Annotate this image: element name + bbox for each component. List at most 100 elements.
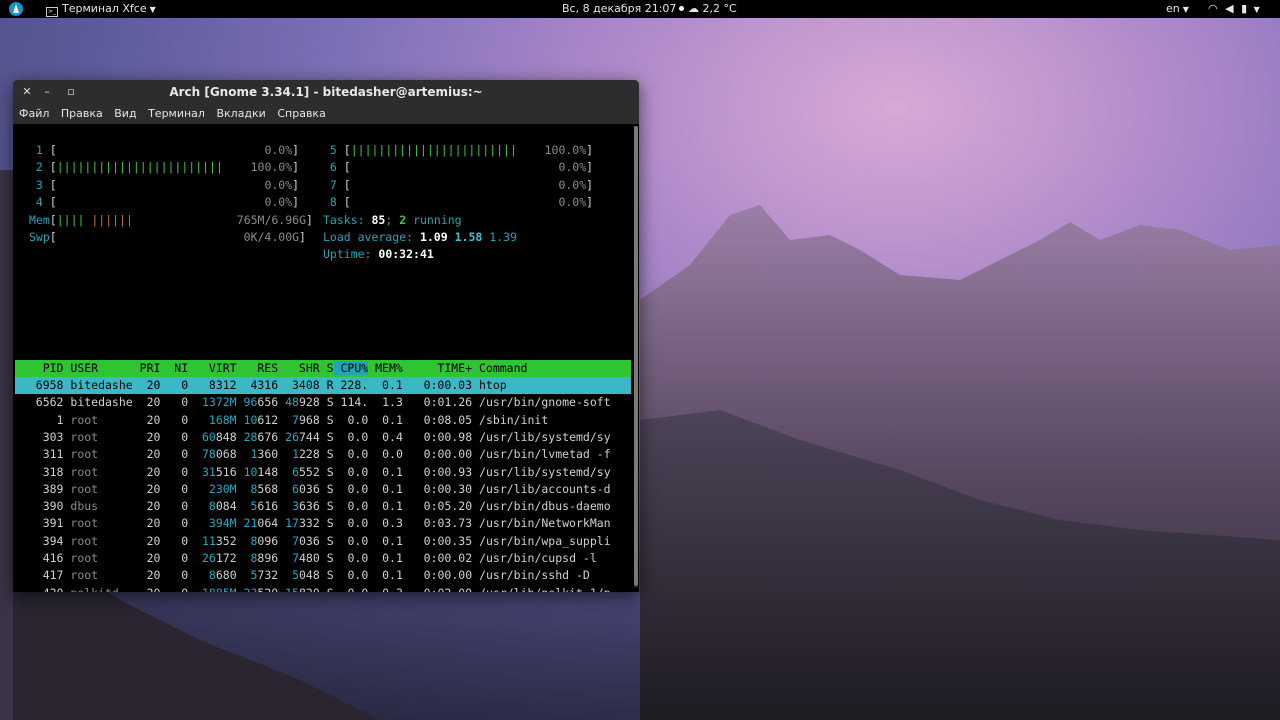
arch-menu-button[interactable] (9, 0, 23, 18)
cell-s: S (319, 533, 334, 548)
column-header-virt[interactable]: VIRT (188, 361, 237, 375)
table-row[interactable]: 303 root 20 0 60848 28676 26744 S 0.0 0.… (15, 429, 631, 446)
cpu-percent: 0.0% (264, 143, 293, 157)
cell-mem: 0.1 (368, 481, 403, 496)
cell-cpu: 0.0 (333, 516, 369, 531)
column-header-ni[interactable]: NI (160, 361, 188, 375)
cell-thousands: 5 (250, 568, 258, 583)
table-row[interactable]: 311 root 20 0 78068 1360 1228 S 0.0 0.0 … (15, 446, 631, 463)
table-row[interactable]: 416 root 20 0 26172 8896 7480 S 0.0 0.1 … (15, 550, 631, 567)
cell-mem: 0.1 (368, 412, 403, 427)
keyboard-layout[interactable]: en ▼ (1166, 0, 1189, 18)
system-tray[interactable]: ◠ ◀ ▮ ▼ (1208, 0, 1260, 18)
cell-mem: 0.1 (368, 568, 403, 583)
cell-ni: 0 (160, 447, 189, 462)
cell-s: S (319, 412, 334, 427)
terminal-area[interactable]: Mem[|||| |||||| 765M/6.96G] Swp[ 0K/4.00… (15, 124, 633, 592)
cell-ni: 0 (160, 464, 189, 479)
cell-thousands: 7 (292, 412, 299, 427)
cell-mem: 0.4 (368, 429, 403, 444)
cell-shr: 1228 (292, 447, 320, 462)
terminal-scrollbar[interactable] (634, 126, 638, 588)
uptime-line: Uptime: 00:32:41 (323, 246, 434, 263)
active-app-menu[interactable]: >_ Терминал Xfce ▼ (46, 0, 156, 18)
active-app-name: Терминал Xfce (62, 2, 147, 15)
table-row[interactable]: 1 root 20 0 168M 10612 7968 S 0.0 0.1 0:… (15, 412, 631, 429)
cell-shr: 3636 (292, 499, 320, 514)
cell-virt: 26172 (201, 551, 237, 565)
cell-pri: 20 (133, 586, 161, 592)
column-header-command[interactable]: Command (472, 361, 610, 375)
table-row[interactable]: 394 root 20 0 11352 8096 7036 S 0.0 0.1 … (15, 533, 631, 550)
cell-res: 10612 (243, 412, 279, 427)
swap-label: Swp (29, 230, 50, 244)
cell-res: 10148 (243, 464, 279, 479)
cell-cmd: htop (472, 378, 611, 392)
cell-thousands: 8 (250, 533, 258, 548)
weather-temperature: 2,2 °C (702, 2, 737, 15)
column-header-cpu[interactable]: CPU% (333, 361, 369, 375)
close-icon[interactable]: ✕ (20, 80, 34, 104)
maximize-icon[interactable]: ▫ (64, 80, 78, 104)
cell-s: S (320, 586, 334, 592)
menu-edit[interactable]: Правка (61, 107, 103, 120)
cell-thousands: 6 (292, 481, 299, 496)
cell-shr: 48928 (285, 395, 320, 410)
menu-tabs[interactable]: Вкладки (216, 107, 265, 120)
mem-label: Mem (29, 213, 50, 227)
column-header-res[interactable]: RES (237, 361, 278, 375)
menu-bar: Файл Правка Вид Терминал Вкладки Справка (13, 104, 639, 124)
column-header-s[interactable]: S (320, 361, 334, 375)
weather-indicator[interactable]: ☁ 2,2 °C (688, 0, 737, 18)
cpu-meter-2: 2 [|||||||||||||||||||||||| 100.0%] (29, 160, 300, 175)
column-header-time[interactable]: TIME+ (403, 361, 472, 375)
column-header-shr[interactable]: SHR (278, 361, 320, 375)
cell-time: 0:00.03 (402, 378, 473, 392)
cell-time: 0:03.73 (402, 516, 473, 531)
process-table-header[interactable]: PID USER PRI NI VIRT RES SHR S CPU% MEM%… (15, 360, 631, 377)
cell-user: dbus (63, 499, 133, 514)
cell-value: 394M (208, 516, 237, 531)
column-header-pid[interactable]: PID (15, 361, 64, 375)
cell-pid: 389 (15, 481, 64, 496)
table-row[interactable]: 391 root 20 0 394M 21064 17332 S 0.0 0.3… (15, 515, 631, 532)
clock[interactable]: Вс, 8 декабря 21:07 (562, 0, 685, 18)
cell-virt: 394M (188, 516, 237, 531)
load-1min: 1.09 (419, 230, 448, 244)
column-header-user[interactable]: USER (63, 361, 132, 375)
cell-pri: 20 (132, 516, 161, 531)
window-titlebar[interactable]: ✕ – ▫ Arch [Gnome 3.34.1] - bitedasher@a… (13, 80, 639, 104)
table-row[interactable]: 318 root 20 0 31516 10148 6552 S 0.0 0.1… (15, 464, 631, 481)
cell-cmd: /usr/bin/wpa_suppli (472, 533, 611, 548)
cpu-number: 7 (323, 177, 344, 192)
column-header-mem[interactable]: MEM% (368, 361, 403, 375)
cell-cmd: /usr/bin/lvmetad -f (472, 447, 611, 462)
cell-pid: 420 (15, 586, 64, 592)
mem-value: 765M/6.96G (236, 213, 307, 227)
minimize-icon[interactable]: – (40, 80, 54, 104)
cell-pid: 1 (15, 412, 64, 427)
menu-help[interactable]: Справка (277, 107, 325, 120)
table-row[interactable]: 389 root 20 0 230M 8568 6036 S 0.0 0.1 0… (15, 481, 631, 498)
cpu-percent: 0.0% (558, 177, 587, 192)
scrollbar-thumb[interactable] (634, 126, 638, 586)
cell-pid: 303 (15, 429, 64, 444)
cell-s: S (319, 568, 334, 583)
chevron-down-icon: ▼ (149, 5, 156, 14)
cell-ni: 0 (160, 551, 189, 565)
column-header-pri[interactable]: PRI (133, 361, 161, 375)
cell-thousands: 31 (201, 464, 216, 479)
cell-thousands: 10 (243, 412, 258, 427)
table-row[interactable]: 417 root 20 0 8680 5732 5048 S 0.0 0.1 0… (15, 567, 631, 584)
menu-file[interactable]: Файл (19, 107, 49, 120)
cell-pid: 417 (15, 568, 64, 583)
table-row[interactable]: 6958 bitedashe 20 0 8312 4316 3408 R 228… (15, 377, 631, 394)
menu-terminal[interactable]: Терминал (148, 107, 205, 120)
table-row[interactable]: 420 polkitd 20 0 1885M 23520 15820 S 0.0… (15, 585, 631, 592)
table-row[interactable]: 390 dbus 20 0 8084 5616 3636 S 0.0 0.1 0… (15, 498, 631, 515)
cell-thousands: 8 (250, 481, 258, 496)
menu-view[interactable]: Вид (114, 107, 136, 120)
swap-value: 0K/4.00G (243, 230, 300, 244)
cell-mem: 0.1 (368, 499, 403, 514)
table-row[interactable]: 6562 bitedashe 20 0 1372M 96656 48928 S … (15, 394, 631, 411)
